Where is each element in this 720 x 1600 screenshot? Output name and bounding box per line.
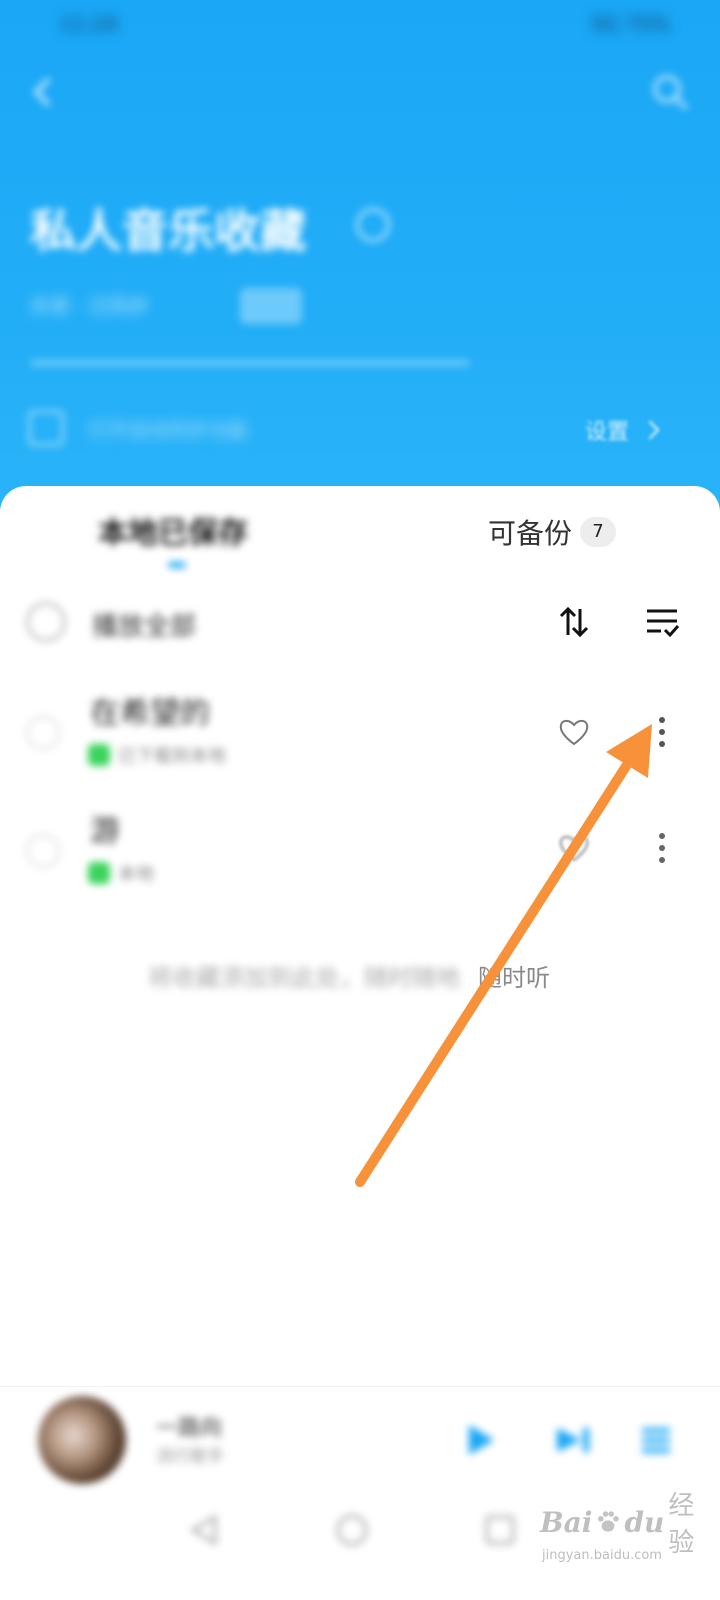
- play-button[interactable]: [458, 1418, 502, 1462]
- watermark-brand-cn: 经验: [668, 1491, 695, 1558]
- song-title: 在希望的: [90, 696, 210, 731]
- play-all-icon[interactable]: [26, 602, 66, 642]
- back-arrow-icon: [33, 78, 50, 106]
- local-tag: [88, 744, 110, 766]
- triangle-back-icon: [190, 1514, 217, 1546]
- info-icon[interactable]: [356, 208, 390, 242]
- watermark-logo: Bai du 经验: [540, 1491, 710, 1558]
- square-recents-icon: [485, 1515, 515, 1545]
- status-indicators: 5G 75%: [590, 12, 670, 36]
- sort-icon: [559, 606, 589, 638]
- system-home-button[interactable]: [330, 1508, 374, 1552]
- sync-notice-icon: [28, 410, 64, 446]
- empty-tip-suffix: 随时听: [478, 964, 550, 992]
- search-button[interactable]: [648, 70, 692, 114]
- settings-label: 设置: [585, 420, 630, 445]
- meta-badge: [240, 288, 302, 324]
- chevron-right-icon: [648, 420, 660, 440]
- system-recents-button[interactable]: [478, 1508, 522, 1552]
- baidu-jingyan-watermark: Bai du 经验 jingyan.baidu.com: [540, 1491, 710, 1580]
- next-track-icon: [557, 1428, 589, 1452]
- back-button[interactable]: [22, 72, 62, 112]
- search-icon: [653, 75, 688, 110]
- tab-indicator: [168, 562, 186, 568]
- sort-button[interactable]: [552, 600, 596, 644]
- manage-list-button[interactable]: [640, 600, 684, 644]
- play-icon: [469, 1425, 494, 1455]
- more-vertical-icon: [659, 717, 665, 747]
- sync-progress-track: [30, 360, 470, 366]
- favorite-button[interactable]: [554, 712, 594, 752]
- favorite-button[interactable]: [554, 828, 594, 868]
- song-subtitle: 已下载到本地: [118, 746, 226, 767]
- header: 11:24 5G 75% 私人音乐收藏 共享 · 已同步 打开自动同步功能 设置: [0, 0, 720, 540]
- page-title: 私人音乐收藏: [30, 204, 306, 258]
- song-title: 游: [90, 814, 120, 849]
- song-row[interactable]: 游 本地: [0, 800, 720, 910]
- heart-icon: [559, 719, 589, 746]
- local-tag: [88, 862, 110, 884]
- tab-backup[interactable]: 可备份 7: [488, 512, 628, 552]
- song-checkbox[interactable]: [26, 834, 60, 868]
- song-row[interactable]: 在希望的 已下载到本地: [0, 680, 720, 790]
- paw-icon: [598, 1511, 620, 1532]
- sync-notice-text: 打开自动同步功能: [88, 418, 248, 442]
- playlist-icon: [642, 1428, 670, 1453]
- heart-icon: [559, 835, 589, 862]
- backup-count-badge: 7: [580, 517, 617, 547]
- system-back-button[interactable]: [182, 1508, 226, 1552]
- player-artist: 流行歌手: [156, 1447, 224, 1467]
- tab-local-saved[interactable]: 本地已保存: [98, 508, 258, 552]
- song-subtitle: 本地: [118, 864, 154, 885]
- next-button[interactable]: [552, 1418, 596, 1462]
- status-bar: 11:24 5G 75%: [0, 0, 720, 50]
- tab-backup-label: 可备份: [488, 517, 573, 550]
- more-vertical-icon: [659, 833, 665, 863]
- song-checkbox[interactable]: [26, 716, 60, 750]
- player-song-title: 一路向: [156, 1416, 223, 1441]
- circle-home-icon: [336, 1514, 368, 1546]
- playlist-button[interactable]: [634, 1418, 678, 1462]
- settings-link[interactable]: 设置: [585, 410, 695, 450]
- watermark-brand-tail: du: [624, 1505, 665, 1539]
- list-check-icon: [647, 609, 680, 638]
- status-time: 11:24: [60, 12, 118, 36]
- more-options-button[interactable]: [642, 710, 682, 754]
- more-options-button[interactable]: [642, 826, 682, 870]
- play-all-label[interactable]: 播放全部: [92, 606, 242, 642]
- watermark-brand: Bai: [540, 1505, 593, 1539]
- album-cover[interactable]: [38, 1396, 126, 1484]
- watermark-url: jingyan.baidu.com: [542, 1548, 662, 1563]
